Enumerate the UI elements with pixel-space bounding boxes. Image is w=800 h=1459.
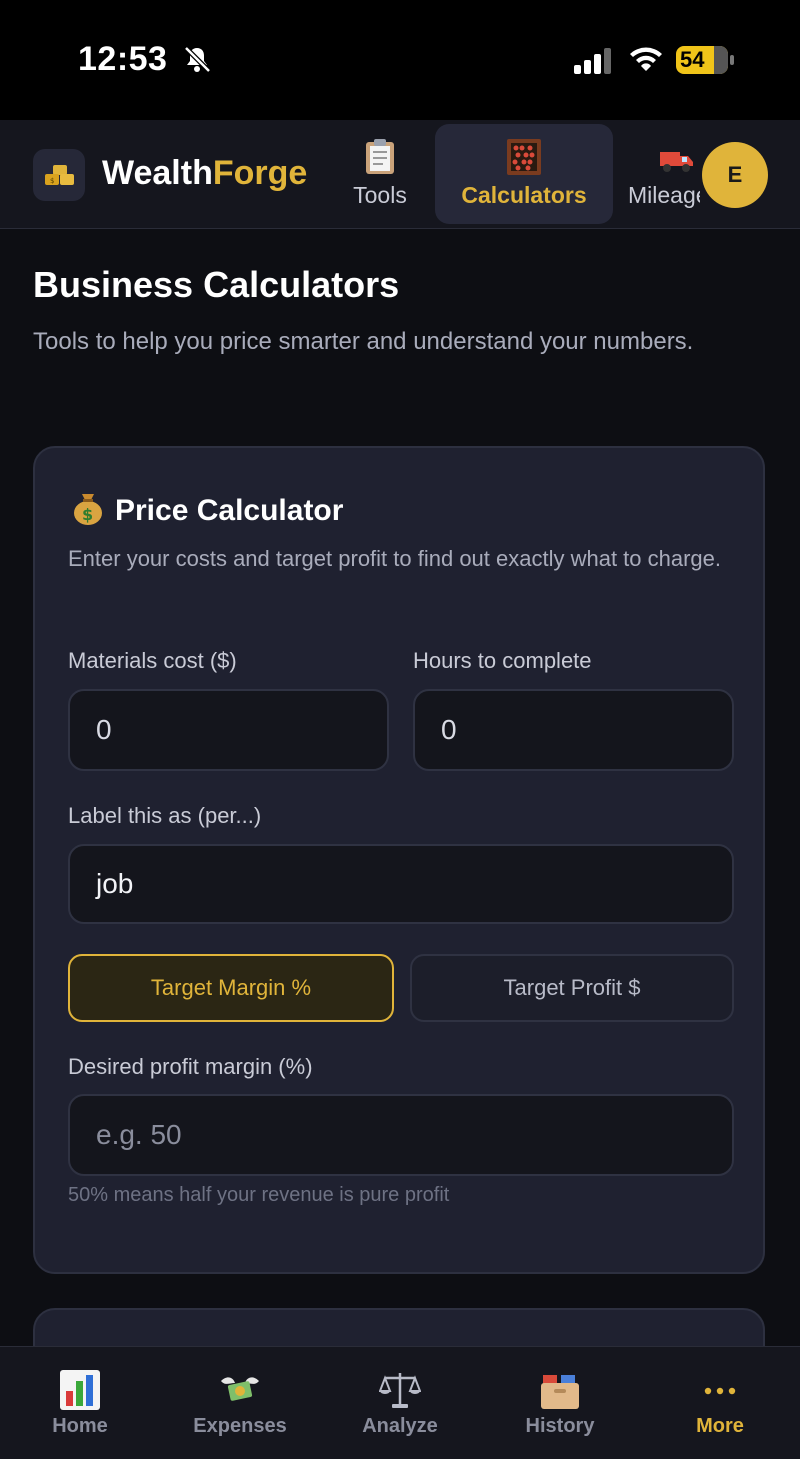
nav-home[interactable]: Home <box>0 1347 160 1459</box>
tab-mileage-label: Mileage <box>628 182 700 208</box>
card-box-icon <box>541 1375 579 1409</box>
target-margin-toggle[interactable]: Target Margin % <box>68 954 394 1022</box>
nav-analyze[interactable]: Analyze <box>320 1347 480 1459</box>
clipboard-icon <box>366 139 394 174</box>
brand-wealth: Wealth <box>102 154 213 192</box>
hours-to-complete-input[interactable]: 0 <box>413 689 734 771</box>
nav-history-label: History <box>525 1415 595 1437</box>
abacus-icon <box>507 139 541 175</box>
scales-icon <box>379 1373 421 1408</box>
battery-level: 54 <box>680 47 705 72</box>
svg-text:$: $ <box>82 505 93 524</box>
price-calculator-description: Enter your costs and target profit to fi… <box>68 546 722 571</box>
app-brand[interactable]: WealthForge <box>102 154 307 193</box>
target-profit-toggle[interactable]: Target Profit $ <box>410 954 734 1022</box>
tab-mileage[interactable]: Mileage <box>628 124 700 224</box>
wifi-icon <box>630 47 662 71</box>
money-bag-icon: $ <box>74 494 102 525</box>
gold-bars-icon: $ <box>45 165 74 185</box>
nav-expenses[interactable]: Expenses <box>160 1347 320 1459</box>
nav-home-label: Home <box>52 1415 108 1437</box>
status-bar: 12:53 54 <box>0 0 800 120</box>
price-calculator-title: $ Price Calculator <box>71 490 343 528</box>
bottom-nav: Home Expenses Analyze History More <box>0 1346 800 1459</box>
bar-chart-icon <box>60 1370 100 1410</box>
more-dots-icon <box>704 1387 736 1395</box>
status-time: 12:53 <box>78 40 168 78</box>
profit-margin-hint: 50% means half your revenue is pure prof… <box>68 1184 450 1206</box>
page-subtitle: Tools to help you price smarter and unde… <box>33 328 694 355</box>
price-calculator-card: $ Price Calculator Enter your costs and … <box>33 446 765 1274</box>
avatar[interactable]: E <box>702 142 768 208</box>
cellular-signal-icon <box>574 48 611 74</box>
nav-analyze-label: Analyze <box>362 1415 438 1437</box>
tab-calculators[interactable]: Calculators <box>435 124 613 224</box>
svg-text:$: $ <box>50 177 54 185</box>
tab-calculators-label: Calculators <box>461 182 587 208</box>
page-title: Business Calculators <box>33 264 400 305</box>
price-calculator-title-text: Price Calculator <box>115 494 344 527</box>
tab-tools-label: Tools <box>353 182 407 208</box>
brand-forge: Forge <box>212 154 308 192</box>
profit-margin-label: Desired profit margin (%) <box>68 1054 313 1079</box>
nav-history[interactable]: History <box>480 1347 640 1459</box>
nav-expenses-label: Expenses <box>193 1415 287 1437</box>
bell-muted-icon <box>184 46 211 73</box>
profit-margin-input[interactable]: e.g. 50 <box>68 1094 734 1176</box>
logo[interactable]: $ <box>33 149 85 201</box>
materials-cost-label: Materials cost ($) <box>68 648 237 673</box>
money-wings-icon <box>221 1377 259 1401</box>
unit-label-label: Label this as (per...) <box>68 803 262 828</box>
materials-cost-input[interactable]: 0 <box>68 689 389 771</box>
unit-label-input[interactable]: job <box>68 844 734 924</box>
nav-more-label: More <box>696 1415 744 1437</box>
truck-icon <box>660 152 693 172</box>
nav-more[interactable]: More <box>640 1347 800 1459</box>
top-tabs: Tools Calculators Mileag <box>338 124 700 224</box>
app-header: $ WealthForge Tools Calculators Mileag E <box>0 120 800 229</box>
hours-to-complete-label: Hours to complete <box>413 648 592 673</box>
battery-indicator: 54 <box>676 46 734 74</box>
tab-tools[interactable]: Tools <box>338 124 422 224</box>
